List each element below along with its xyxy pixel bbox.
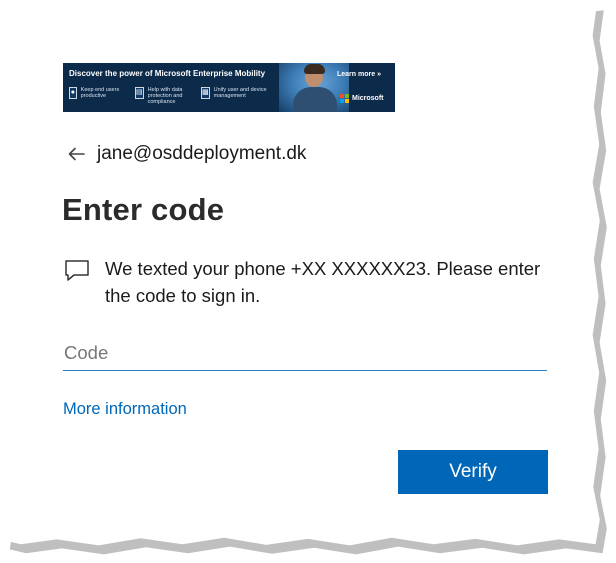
message-icon	[65, 260, 89, 281]
promo-banner[interactable]: Discover the power of Microsoft Enterpri…	[63, 63, 395, 112]
sms-message-text: We texted your phone +XX XXXXXX23. Pleas…	[105, 258, 541, 306]
microsoft-wordmark: Microsoft	[352, 95, 384, 102]
banner-headline: Discover the power of Microsoft Enterpri…	[69, 69, 266, 78]
banner-feature-text: Keep end users productive	[80, 87, 120, 99]
user-icon: ●	[69, 87, 77, 99]
banner-feature-3: ▩ Unify user and device management	[201, 87, 271, 107]
document-icon: ▤	[135, 87, 144, 99]
account-email: jane@osddeployment.dk	[97, 143, 307, 164]
banner-learn-more-link[interactable]: Learn more »	[337, 71, 381, 78]
page-title: Enter code	[62, 192, 225, 227]
banner-feature-1: ● Keep end users productive	[69, 87, 127, 107]
microsoft-logo: Microsoft	[340, 94, 384, 103]
banner-feature-text: Help with data protection and compliance	[147, 87, 183, 105]
identity-banner: jane@osddeployment.dk	[67, 143, 306, 165]
banner-feature-2: ▤ Help with data protection and complian…	[135, 87, 197, 107]
more-information-link[interactable]: More information	[63, 400, 187, 419]
device-icon: ▩	[201, 87, 210, 99]
code-input[interactable]	[63, 335, 547, 371]
back-arrow-icon[interactable]	[67, 144, 87, 164]
microsoft-squares-icon	[340, 94, 349, 103]
verify-button[interactable]: Verify	[398, 450, 548, 494]
banner-feature-text: Unify user and device management	[213, 87, 267, 99]
